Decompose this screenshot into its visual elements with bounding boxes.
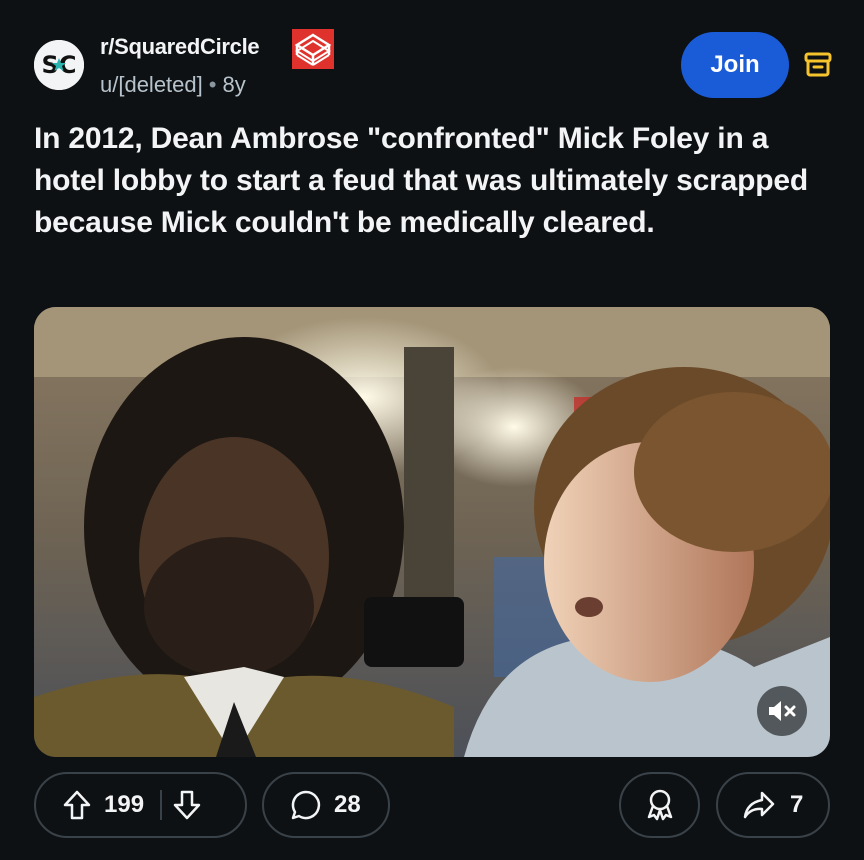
award-icon bbox=[647, 789, 672, 821]
meta-separator: • bbox=[208, 72, 217, 97]
author-name[interactable]: u/[deleted] bbox=[100, 72, 203, 97]
post-title[interactable]: In 2012, Dean Ambrose "confronted" Mick … bbox=[34, 118, 834, 244]
share-arrow-icon bbox=[743, 791, 775, 819]
award-button[interactable] bbox=[619, 772, 700, 838]
upvote-arrow-icon[interactable] bbox=[62, 789, 92, 821]
share-count: 7 bbox=[790, 791, 804, 818]
post-meta: u/[deleted] • 8y bbox=[100, 72, 246, 98]
speaker-muted-icon bbox=[769, 701, 796, 721]
mute-toggle-button[interactable] bbox=[757, 686, 807, 736]
post-header: SC r/SquaredCircle u/[deleted]•8y Join bbox=[0, 0, 864, 120]
comment-bubble-icon bbox=[291, 790, 321, 820]
vote-control: 199 bbox=[34, 772, 247, 838]
upvote-count: 199 bbox=[104, 791, 145, 818]
post-action-bar: 199 28 7 bbox=[0, 772, 864, 842]
join-button[interactable]: Join bbox=[681, 32, 789, 98]
downvote-arrow-icon[interactable] bbox=[172, 789, 202, 821]
video-frame bbox=[34, 307, 830, 757]
vote-divider bbox=[160, 790, 163, 820]
subreddit-name[interactable]: r/SquaredCircle bbox=[100, 34, 260, 60]
share-button[interactable]: 7 bbox=[716, 772, 830, 838]
subreddit-avatar[interactable]: SC bbox=[34, 40, 84, 90]
comment-count: 28 bbox=[334, 791, 361, 818]
video-player[interactable] bbox=[34, 307, 830, 757]
wrestling-ring-flair-icon bbox=[292, 29, 334, 69]
comments-button[interactable]: 28 bbox=[262, 772, 390, 838]
post-age: 8y bbox=[222, 72, 246, 97]
subreddit-logo-icon: SC bbox=[34, 40, 84, 90]
archive-box-icon[interactable] bbox=[803, 49, 833, 79]
